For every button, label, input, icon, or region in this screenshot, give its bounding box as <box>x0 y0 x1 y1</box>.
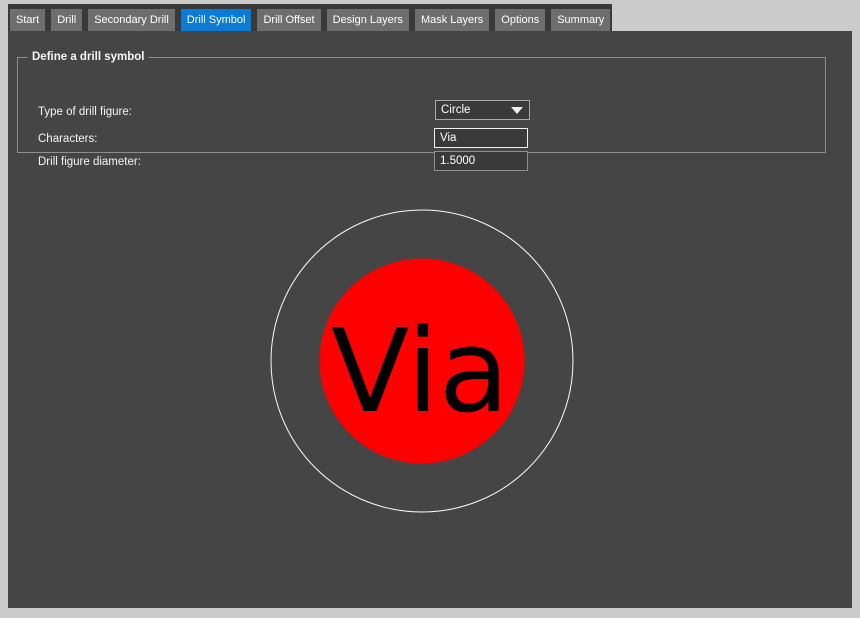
type-of-drill-figure-label: Type of drill figure: <box>38 105 132 119</box>
characters-label: Characters: <box>38 132 97 146</box>
group-title: Define a drill symbol <box>27 50 149 65</box>
drill-symbol-dialog: { "tabs": [ {"label": "Start", "active":… <box>0 0 860 618</box>
drill-figure-diameter-input[interactable] <box>434 151 528 171</box>
tab-drill-offset[interactable]: Drill Offset <box>257 9 320 31</box>
drill-figure-diameter-label: Drill figure diameter: <box>38 155 141 169</box>
tab-start[interactable]: Start <box>10 9 45 31</box>
drill-figure-type-value: Circle <box>441 104 470 116</box>
chevron-down-icon <box>511 107 523 114</box>
tab-mask-layers[interactable]: Mask Layers <box>415 9 489 31</box>
tab-drill[interactable]: Drill <box>51 9 82 31</box>
tab-secondary-drill[interactable]: Secondary Drill <box>88 9 175 31</box>
define-drill-symbol-group: Define a drill symbol Type of drill figu… <box>17 57 826 153</box>
drill-figure-type-select[interactable]: Circle <box>435 100 530 120</box>
tab-design-layers[interactable]: Design Layers <box>327 9 409 31</box>
tab-page-drill-symbol: Via Define a drill symbol Type of drill … <box>8 31 852 608</box>
characters-input[interactable] <box>434 128 528 148</box>
tab-options[interactable]: Options <box>495 9 545 31</box>
wizard-tab-bar: Start Drill Secondary Drill Drill Symbol… <box>8 4 612 31</box>
tab-summary[interactable]: Summary <box>551 9 610 31</box>
tab-drill-symbol[interactable]: Drill Symbol <box>181 9 252 31</box>
drill-figure-characters: Via <box>331 305 510 439</box>
